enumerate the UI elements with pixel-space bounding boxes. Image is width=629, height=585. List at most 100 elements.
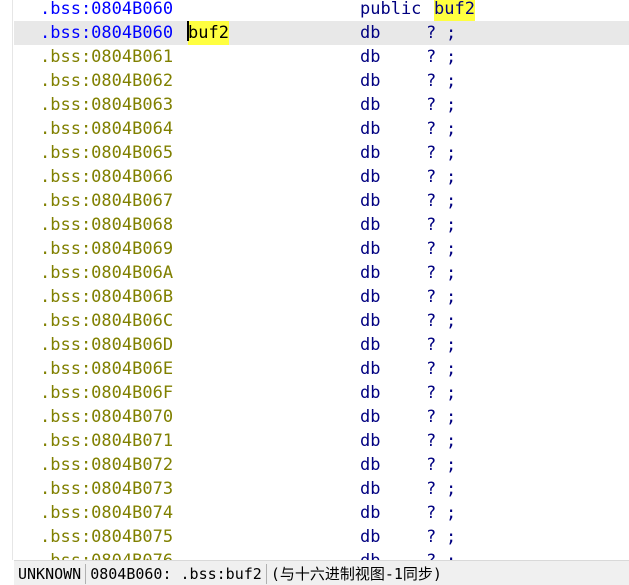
line-value: ? [426,119,437,139]
line-directive: db [360,47,381,67]
line-value: ? [426,287,437,307]
line-directive: db [360,359,381,379]
line-address: .bss:0804B062 [40,71,174,91]
line-value: ? [426,407,437,427]
line-value: ? [426,191,437,211]
line-comment-marker: ; [446,407,457,427]
line-value: ? [426,167,437,187]
line-comment-marker: ; [446,527,457,547]
listing-line[interactable]: .bss:0804B06C db?; [0,309,629,333]
line-directive: db [360,503,381,523]
listing-line[interactable]: .bss:0804B065 db?; [0,141,629,165]
disassembly-view[interactable]: .bss:0804B060 public buf2 .bss:0804B060 … [0,0,629,585]
listing-line[interactable]: .bss:0804B06E db?; [0,357,629,381]
line-address: .bss:0804B076 [40,549,173,560]
line-address: .bss:0804B060 [40,23,174,43]
status-sync: (与十六进制视图-1同步) [270,564,442,583]
line-comment-marker: ; [446,479,457,499]
line-address: .bss:0804B063 [40,95,174,115]
line-address: .bss:0804B073 [40,479,174,499]
line-directive: db [360,549,380,560]
listing-line[interactable]: .bss:0804B073 db?; [0,477,629,501]
line-comment-marker: ; [446,311,457,331]
symbol-label[interactable]: buf2 [188,21,229,45]
line-directive: db [360,71,381,91]
listing-line[interactable]: .bss:0804B069 db?; [0,237,629,261]
listing-line[interactable]: .bss:0804B066 db?; [0,165,629,189]
line-value: ? [426,95,437,115]
line-address: .bss:0804B074 [40,503,174,523]
text-cursor [187,21,189,41]
listing-line[interactable]: .bss:0804B06A db?; [0,261,629,285]
listing-line[interactable]: .bss:0804B072 db?; [0,453,629,477]
line-value: ? [426,503,437,523]
line-address: .bss:0804B060 [40,0,174,19]
line-comment-marker: ; [446,215,457,235]
line-comment-marker: ; [446,23,457,43]
listing-line[interactable]: .bss:0804B063 db?; [0,93,629,117]
line-comment-marker: ; [446,503,457,523]
line-address: .bss:0804B061 [40,47,174,67]
line-comment-marker: ; [446,359,457,379]
listing-line[interactable]: .bss:0804B064 db?; [0,117,629,141]
line-address: .bss:0804B070 [40,407,174,427]
line-value: ? [426,311,437,331]
line-comment-marker: ; [446,287,457,307]
line-address: .bss:0804B075 [40,527,174,547]
line-directive: db [360,287,381,307]
line-value: ? [426,47,437,67]
line-comment-marker: ; [446,167,457,187]
line-address: .bss:0804B06A [40,263,174,283]
status-bar: UNKNOWN 0804B060: .bss:buf2 (与十六进制视图-1同步… [14,560,629,585]
disassembly-listing[interactable]: .bss:0804B060 public buf2 .bss:0804B060 … [0,0,629,560]
line-value: ? [426,455,437,475]
line-value: ? [426,239,437,259]
line-comment-marker: ; [446,383,457,403]
line-directive: db [360,191,381,211]
line-value: ? [426,479,437,499]
line-address: .bss:0804B067 [40,191,174,211]
line-address: .bss:0804B06C [40,311,174,331]
listing-line[interactable]: .bss:0804B074 db?; [0,501,629,525]
line-value: ? [426,143,437,163]
line-directive: db [360,239,381,259]
line-address: .bss:0804B06E [40,359,174,379]
line-directive: db [360,527,381,547]
line-directive: db [360,215,381,235]
line-value: ? [426,263,437,283]
line-value: ? [426,527,437,547]
line-value: ? [426,549,436,560]
public-symbol-name[interactable]: buf2 [434,0,475,21]
line-address: .bss:0804B06B [40,287,174,307]
line-value: ? [426,335,437,355]
line-comment-marker: ; [446,549,456,560]
listing-line[interactable]: .bss:0804B062 db?; [0,69,629,93]
listing-line[interactable]: .bss:0804B06D db?; [0,333,629,357]
listing-line[interactable]: .bss:0804B071 db?; [0,429,629,453]
line-directive: db [360,143,381,163]
listing-line[interactable]: .bss:0804B076 db?; [0,549,629,560]
line-comment-marker: ; [446,239,457,259]
line-directive: db [360,431,381,451]
listing-line[interactable]: .bss:0804B06F db?; [0,381,629,405]
listing-line[interactable]: .bss:0804B075 db?; [0,525,629,549]
line-directive: db [360,455,381,475]
line-value: ? [426,71,437,91]
listing-line[interactable]: .bss:0804B070 db?; [0,405,629,429]
line-address: .bss:0804B065 [40,143,174,163]
status-location: 0804B060: .bss:buf2 [86,563,267,584]
public-keyword: public [360,0,422,19]
listing-line[interactable]: .bss:0804B067 db?; [0,189,629,213]
line-address: .bss:0804B06F [40,383,174,403]
line-value: ? [426,431,437,451]
listing-line[interactable]: .bss:0804B06B db?; [0,285,629,309]
status-mode: UNKNOWN [14,563,87,584]
listing-header-line[interactable]: .bss:0804B060 public buf2 [0,0,629,21]
line-address: .bss:0804B069 [40,239,174,259]
current-line[interactable]: .bss:0804B060 buf2 db ? ; [14,21,629,45]
listing-line[interactable]: .bss:0804B068 db?; [0,213,629,237]
line-comment-marker: ; [446,335,457,355]
listing-line[interactable]: .bss:0804B061 db?; [0,45,629,69]
line-value: ? [426,23,437,43]
line-directive: db [360,335,381,355]
